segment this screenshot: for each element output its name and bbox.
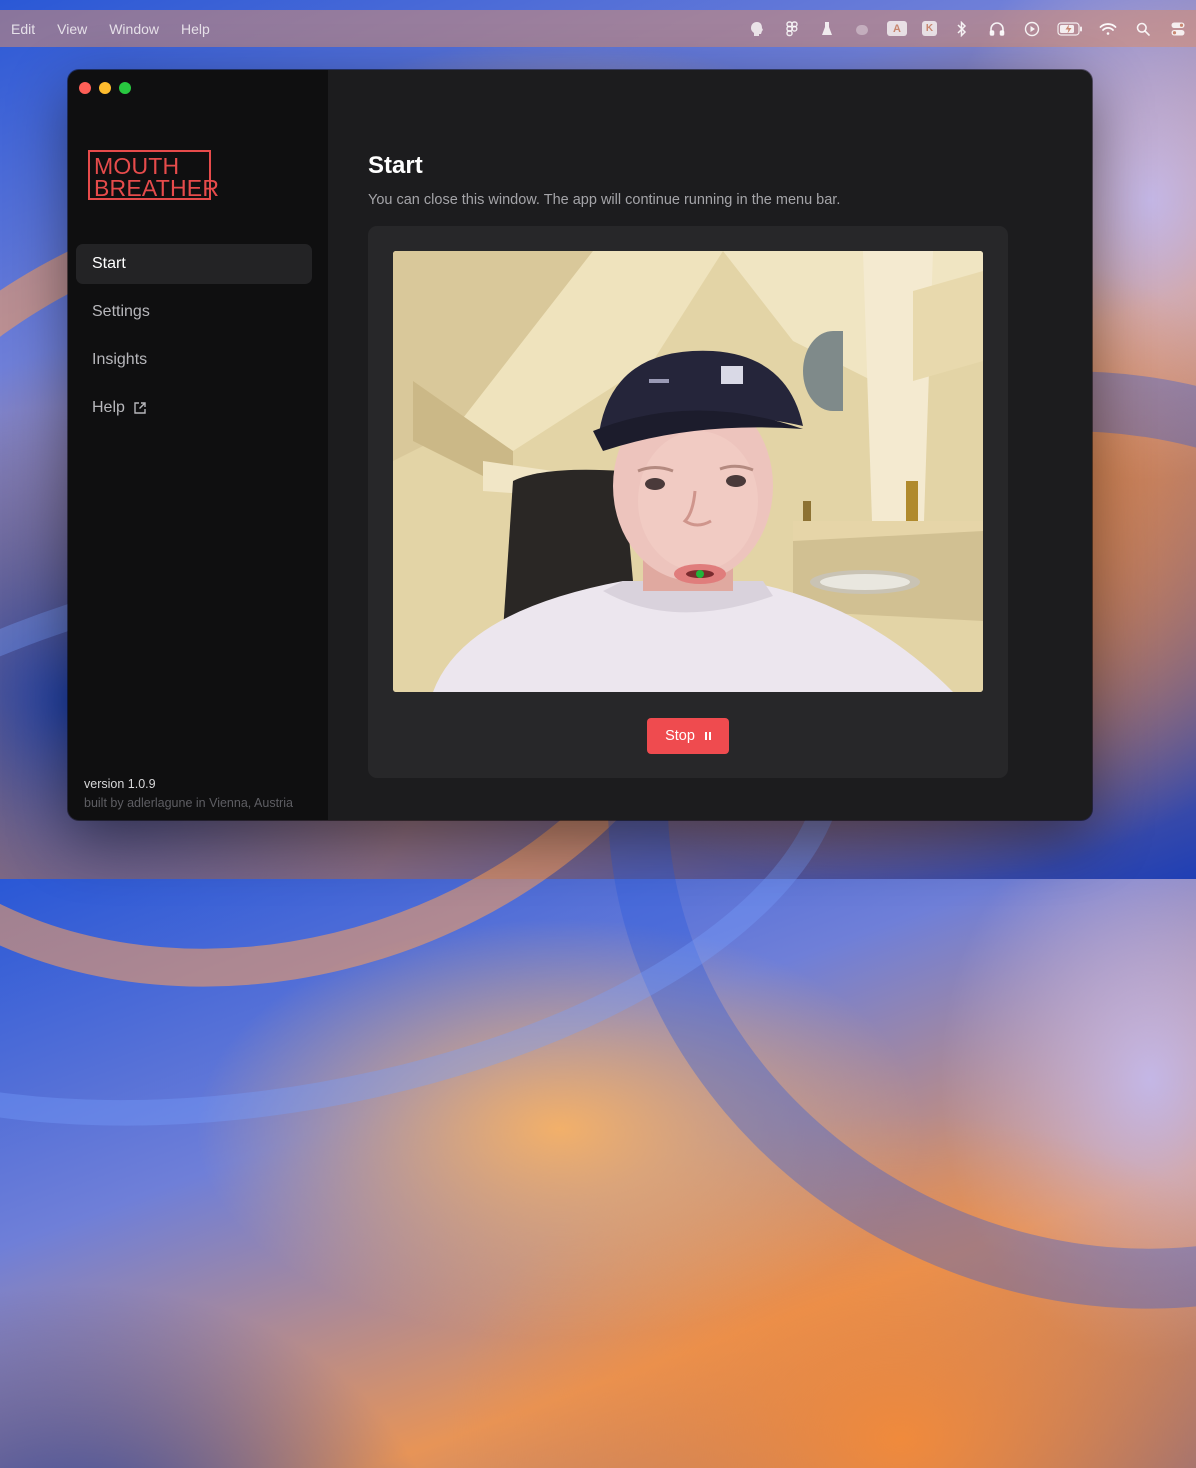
app-credit: built by adlerlagune in Vienna, Austria	[84, 796, 293, 810]
sidebar-item-help[interactable]: Help	[76, 388, 312, 428]
window-maximize-button[interactable]	[119, 82, 131, 94]
camera-feed	[393, 251, 983, 692]
camera-image	[393, 251, 983, 692]
sidebar: MOUTH BREATHER Start Settings Insights H…	[68, 70, 328, 820]
app-logo: MOUTH BREATHER	[88, 150, 220, 201]
menu-help[interactable]: Help	[170, 21, 221, 37]
sidebar-item-settings[interactable]: Settings	[76, 292, 312, 332]
menu-bar: Edit View Window Help A K	[0, 10, 1196, 47]
main-content: Start You can close this window. The app…	[328, 70, 1092, 820]
camera-panel: Stop	[368, 226, 1008, 778]
sidebar-item-start[interactable]: Start	[76, 244, 312, 284]
paw-icon[interactable]	[852, 20, 872, 38]
menu-edit[interactable]: Edit	[0, 21, 46, 37]
stop-button-label: Stop	[665, 728, 695, 744]
stop-button[interactable]: Stop	[647, 718, 729, 754]
battery-icon[interactable]	[1057, 20, 1083, 38]
k-icon[interactable]: K	[922, 21, 937, 36]
sidebar-item-label: Insights	[92, 351, 148, 368]
window-minimize-button[interactable]	[99, 82, 111, 94]
menu-view[interactable]: View	[46, 21, 98, 37]
sidebar-item-label: Settings	[92, 303, 150, 320]
sidebar-item-label: Help	[92, 399, 125, 416]
page-subtitle: You can close this window. The app will …	[368, 192, 841, 208]
bluetooth-icon[interactable]	[952, 20, 972, 38]
mouth-breather-tray-icon[interactable]	[747, 20, 767, 38]
window-close-button[interactable]	[79, 82, 91, 94]
play-icon[interactable]	[1022, 20, 1042, 38]
logo-line-1: MOUTH	[94, 153, 180, 179]
flask-icon[interactable]	[817, 20, 837, 38]
control-center-icon[interactable]	[1168, 20, 1188, 38]
search-icon[interactable]	[1133, 20, 1153, 38]
menu-items: Edit View Window Help	[0, 21, 221, 37]
app-window: MOUTH BREATHER Start Settings Insights H…	[68, 70, 1092, 820]
headphones-icon[interactable]	[987, 20, 1007, 38]
logo-line-2: BREATHER	[94, 175, 220, 201]
external-link-icon	[133, 401, 147, 415]
pause-icon	[704, 732, 711, 740]
sidebar-item-insights[interactable]: Insights	[76, 340, 312, 380]
wifi-icon[interactable]	[1098, 20, 1118, 38]
app-version: version 1.0.9	[84, 777, 156, 791]
input-source-icon[interactable]: A	[887, 21, 907, 36]
page-title: Start	[368, 152, 423, 179]
menu-window[interactable]: Window	[98, 21, 170, 37]
sidebar-item-label: Start	[92, 255, 126, 272]
sidebar-nav: Start Settings Insights Help	[76, 244, 312, 436]
figma-icon[interactable]	[782, 20, 802, 38]
mouth-marker	[696, 570, 704, 578]
window-controls	[79, 82, 131, 94]
status-menu: A K	[747, 20, 1196, 38]
